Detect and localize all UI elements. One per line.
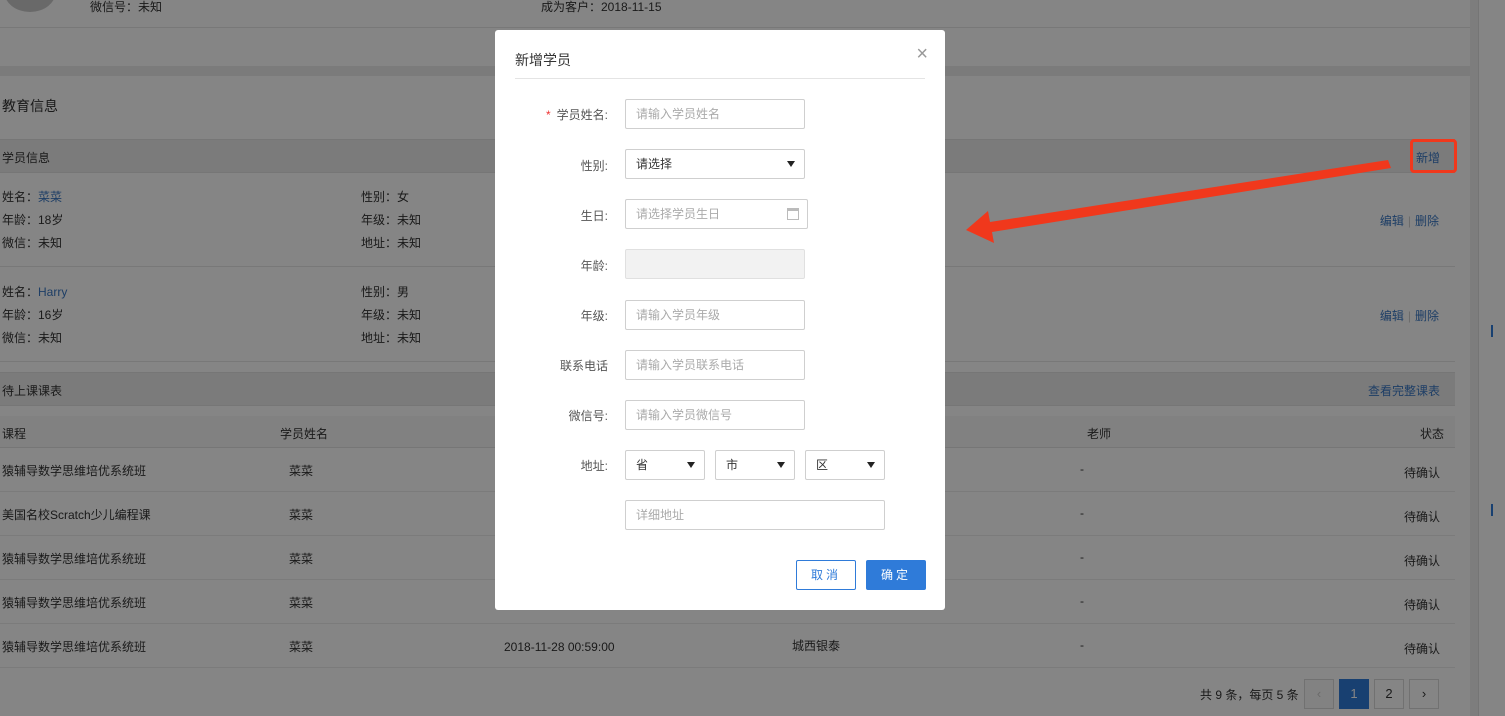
name-label: * 学员姓名:: [546, 106, 608, 123]
wechat-label: 微信号:: [568, 409, 608, 423]
age-label: 年龄:: [580, 259, 608, 273]
modal-divider: [515, 78, 925, 79]
gender-select-value: 请选择: [636, 157, 673, 171]
caret-down-icon: [777, 462, 785, 468]
annotation-highlight-box: [1410, 139, 1457, 173]
student-name-input[interactable]: 请输入学员姓名: [625, 99, 805, 129]
grade-input[interactable]: 请输入学员年级: [625, 300, 805, 330]
caret-down-icon: [687, 462, 695, 468]
caret-down-icon: [867, 462, 875, 468]
required-mark: *: [545, 108, 551, 122]
district-select-value: 区: [816, 458, 829, 472]
calendar-icon: [787, 208, 799, 220]
phone-input[interactable]: 请输入学员联系电话: [625, 350, 805, 380]
city-select[interactable]: 市: [715, 450, 795, 480]
cancel-button[interactable]: 取消: [796, 560, 856, 590]
modal-title: 新增学员: [515, 52, 571, 68]
confirm-button[interactable]: 确定: [866, 560, 926, 590]
age-input: [625, 249, 805, 279]
birthday-placeholder: 请选择学员生日: [636, 207, 721, 221]
caret-down-icon: [787, 161, 795, 167]
city-select-value: 市: [726, 458, 739, 472]
birthday-label: 生日:: [580, 209, 608, 223]
province-select-value: 省: [636, 458, 649, 472]
grade-label: 年级:: [580, 309, 608, 323]
province-select[interactable]: 省: [625, 450, 705, 480]
address-detail-input[interactable]: 详细地址: [625, 500, 885, 530]
gender-select[interactable]: 请选择: [625, 149, 805, 179]
name-label-text: 学员姓名:: [556, 108, 608, 122]
address-label: 地址:: [580, 459, 608, 473]
phone-label: 联系电话: [559, 359, 608, 373]
gender-label: 性别:: [580, 159, 608, 173]
birthday-date-picker[interactable]: 请选择学员生日: [625, 199, 808, 229]
district-select[interactable]: 区: [805, 450, 885, 480]
close-icon[interactable]: ×: [916, 44, 928, 64]
wechat-input[interactable]: 请输入学员微信号: [625, 400, 805, 430]
add-student-modal: 新增学员 × * 学员姓名: 请输入学员姓名 性别: 请选择 生日: 请选择学员生…: [495, 30, 945, 610]
